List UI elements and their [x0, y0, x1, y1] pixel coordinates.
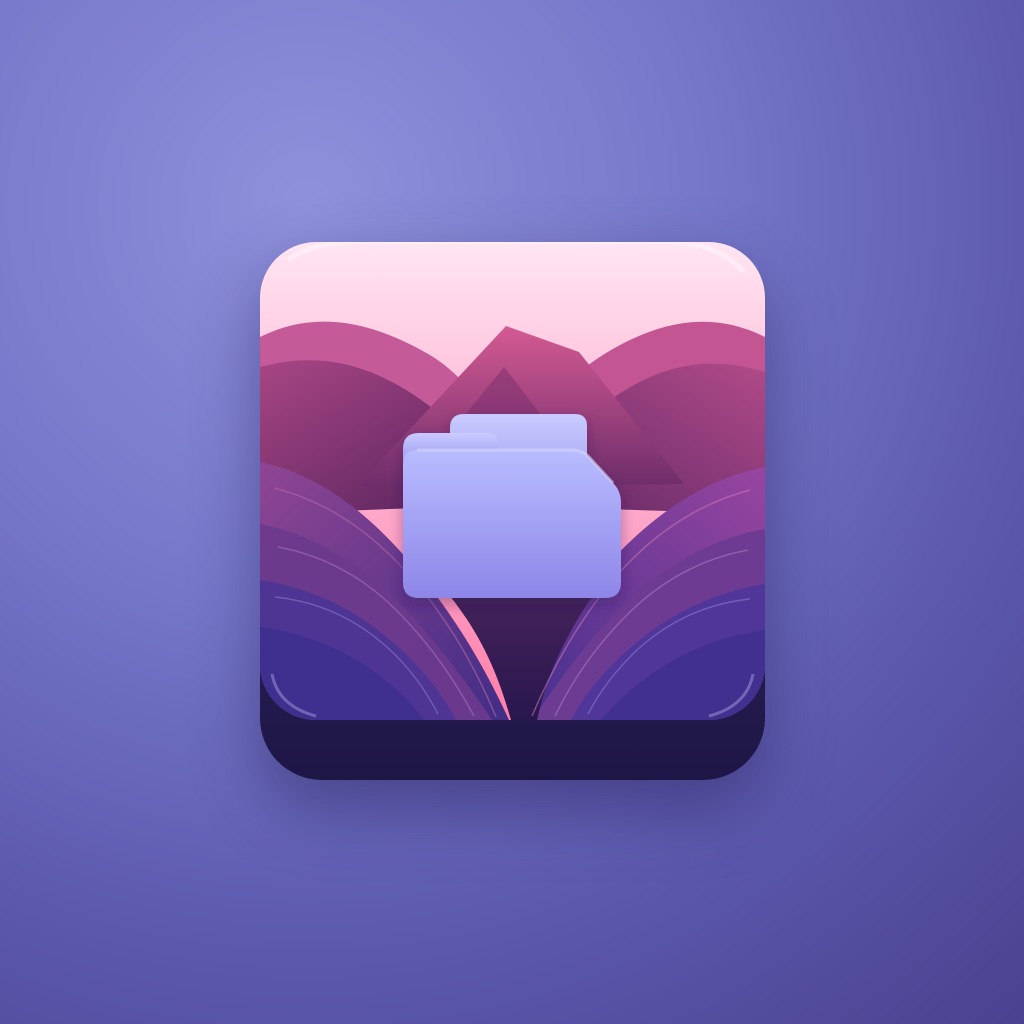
app-icon-artwork: [260, 242, 765, 780]
background-canvas: [0, 0, 1024, 1024]
folder-app-icon[interactable]: [260, 242, 765, 780]
